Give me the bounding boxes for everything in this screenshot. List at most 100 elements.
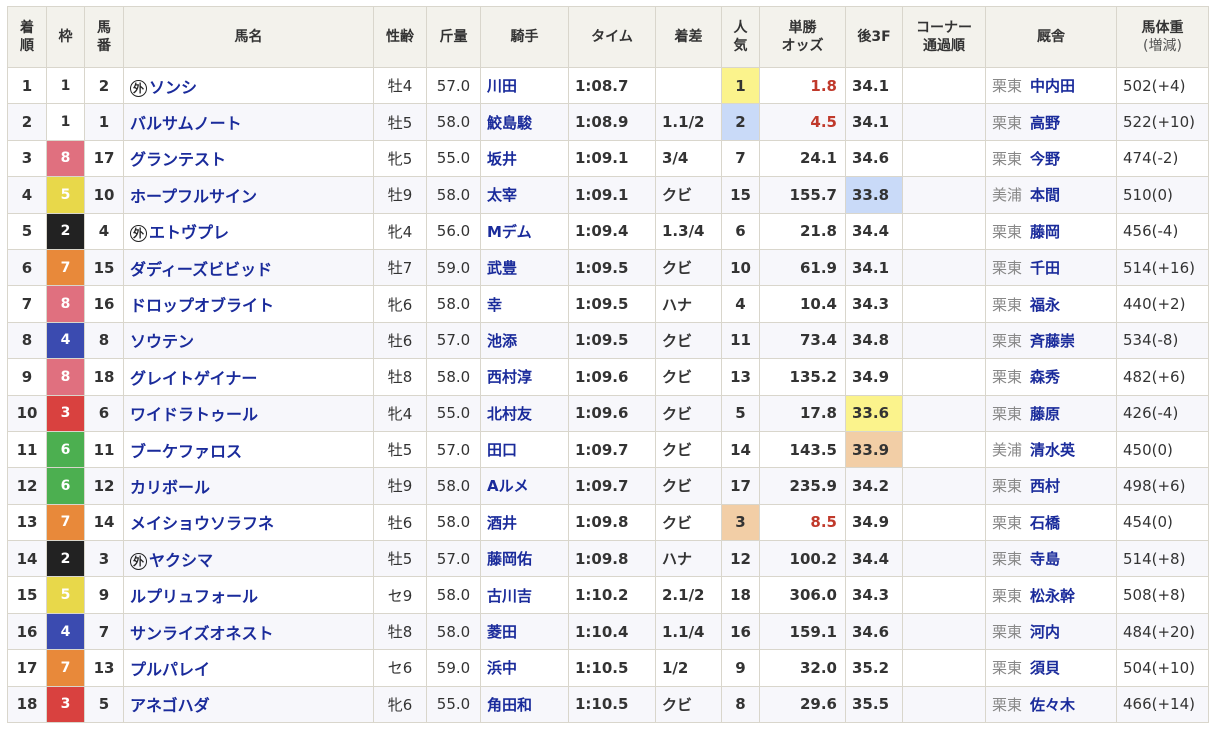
jockey-link[interactable]: 太宰 (487, 186, 517, 204)
stable-cell: 栗東 福永 (985, 285, 1117, 323)
trainer-link[interactable]: 今野 (1030, 150, 1060, 168)
margin-cell: 3/4 (655, 139, 722, 178)
trainer-link[interactable]: 高野 (1030, 114, 1060, 132)
horse-name-link[interactable]: グレイトゲイナー (130, 369, 257, 388)
horse-name-link[interactable]: ドロップオブライト (130, 296, 274, 315)
gate-cell: 1 (46, 103, 85, 141)
last3f-cell: 34.9 (845, 358, 903, 396)
horse-name-link[interactable]: プルパレイ (130, 660, 210, 679)
gate-cell: 4 (46, 612, 85, 651)
horse-number-cell: 2 (84, 66, 124, 105)
body-weight-cell: 510(0) (1116, 176, 1209, 214)
popularity-cell: 1 (721, 66, 760, 105)
jockey-link[interactable]: 池添 (487, 332, 517, 350)
corner-cell (902, 139, 986, 178)
horse-name-link[interactable]: ブーケファロス (130, 442, 242, 461)
horse-name-link[interactable]: ヤクシマ (149, 551, 213, 570)
sex-age-cell: セ9 (373, 576, 427, 614)
corner-cell (902, 248, 986, 287)
horse-name-link[interactable]: ソウテン (130, 332, 194, 351)
jockey-link[interactable]: Aルメ (487, 477, 529, 495)
trainer-link[interactable]: 福永 (1030, 296, 1060, 314)
jockey-link[interactable]: 古川吉 (487, 587, 532, 605)
corner-cell (902, 540, 986, 578)
trainer-link[interactable]: 千田 (1030, 259, 1060, 277)
jockey-link[interactable]: 西村淳 (487, 368, 532, 386)
jockey-link[interactable]: 田口 (487, 441, 517, 459)
table-body: 1 1 2 外ソンシ 牡4 57.0 川田 1:08.7 1 1.8 34.1 栗東 中内田 502(+4… (7, 66, 1209, 724)
trainer-link[interactable]: 河内 (1030, 623, 1060, 641)
horse-number-cell: 16 (84, 285, 124, 323)
horse-name-link[interactable]: ソンシ (149, 78, 197, 97)
header-last3f: 後3F (845, 6, 903, 68)
horse-name-link[interactable]: サンライズオネスト (130, 624, 274, 643)
trainer-link[interactable]: 斉藤崇 (1030, 332, 1075, 350)
trainer-link[interactable]: 森秀 (1030, 368, 1060, 386)
trainer-link[interactable]: 松永幹 (1030, 587, 1075, 605)
odds-cell: 135.2 (759, 358, 846, 396)
last3f-cell: 34.1 (845, 248, 903, 287)
jockey-link[interactable]: 菱田 (487, 623, 517, 641)
horse-name-cell: ドロップオブライト (123, 285, 374, 323)
horse-name-link[interactable]: メイショウソラフネ (130, 514, 274, 533)
table-row: 4 5 10 ホープフルサイン 牡9 58.0 太宰 1:09.1 クビ 15 155.7 33.8 美… (7, 176, 1209, 214)
stable-region: 栗東 (992, 550, 1023, 569)
horse-name-link[interactable]: ルプリュフォール (130, 587, 258, 606)
trainer-link[interactable]: 中内田 (1030, 77, 1075, 95)
trainer-link[interactable]: 藤岡 (1030, 223, 1060, 241)
jockey-link[interactable]: Mデム (487, 223, 532, 241)
sex-age-cell: セ6 (373, 649, 427, 687)
stable-cell: 栗東 佐々木 (985, 685, 1117, 724)
trainer-link[interactable]: 寺島 (1030, 550, 1060, 568)
popularity-cell: 12 (721, 540, 760, 578)
horse-name-link[interactable]: エトヴプレ (149, 223, 229, 242)
margin-cell: 2.1/2 (655, 576, 722, 614)
trainer-link[interactable]: 佐々木 (1030, 696, 1075, 714)
jockey-link[interactable]: 角田和 (487, 696, 532, 714)
jockey-link[interactable]: 坂井 (487, 150, 517, 168)
jockey-link[interactable]: 浜中 (487, 659, 517, 677)
trainer-link[interactable]: 石橋 (1030, 514, 1060, 532)
trainer-link[interactable]: 西村 (1030, 477, 1060, 495)
jockey-link[interactable]: 鮫島駿 (487, 114, 532, 132)
jockey-link[interactable]: 藤岡佑 (487, 550, 532, 568)
trainer-link[interactable]: 本間 (1030, 186, 1060, 204)
jockey-link[interactable]: 北村友 (487, 405, 532, 423)
horse-name-link[interactable]: バルサムノート (130, 114, 242, 133)
trainer-link[interactable]: 清水英 (1030, 441, 1075, 459)
corner-cell (902, 212, 986, 250)
last3f-cell: 34.1 (845, 66, 903, 105)
horse-name-link[interactable]: ダディーズビビッド (130, 260, 272, 279)
horse-name-link[interactable]: カリボール (130, 478, 210, 497)
gate-cell: 1 (46, 66, 85, 105)
time-cell: 1:10.5 (568, 685, 656, 724)
trainer-link[interactable]: 須貝 (1030, 659, 1060, 677)
odds-cell: 155.7 (759, 176, 846, 214)
last3f-cell: 33.8 (845, 176, 903, 214)
weight-cell: 58.0 (426, 612, 481, 651)
horse-name-link[interactable]: グランテスト (130, 150, 226, 169)
horse-name-link[interactable]: ワイドラトゥール (130, 405, 258, 424)
horse-name-link[interactable]: ホープフルサイン (130, 187, 257, 206)
last3f-cell: 35.2 (845, 649, 903, 687)
trainer-link[interactable]: 藤原 (1030, 405, 1060, 423)
horse-number-cell: 4 (84, 212, 124, 250)
horse-name-link[interactable]: アネゴハダ (130, 696, 210, 715)
sex-age-cell: 牝6 (373, 685, 427, 724)
gate-cell: 5 (46, 176, 85, 214)
jockey-link[interactable]: 川田 (487, 77, 517, 95)
header-stable: 厩舎 (985, 6, 1117, 68)
horse-name-cell: 外ヤクシマ (123, 540, 374, 578)
margin-cell: 1.3/4 (655, 212, 722, 250)
jockey-cell: 武豊 (480, 248, 569, 287)
last3f-cell: 34.3 (845, 576, 903, 614)
margin-cell: 1.1/2 (655, 103, 722, 141)
jockey-cell: 鮫島駿 (480, 103, 569, 141)
weight-cell: 56.0 (426, 212, 481, 250)
corner-cell (902, 612, 986, 651)
jockey-link[interactable]: 酒井 (487, 514, 517, 532)
jockey-link[interactable]: 幸 (487, 296, 502, 314)
horse-name-cell: 外エトヴプレ (123, 212, 374, 250)
jockey-link[interactable]: 武豊 (487, 259, 517, 277)
weight-cell: 58.0 (426, 285, 481, 323)
